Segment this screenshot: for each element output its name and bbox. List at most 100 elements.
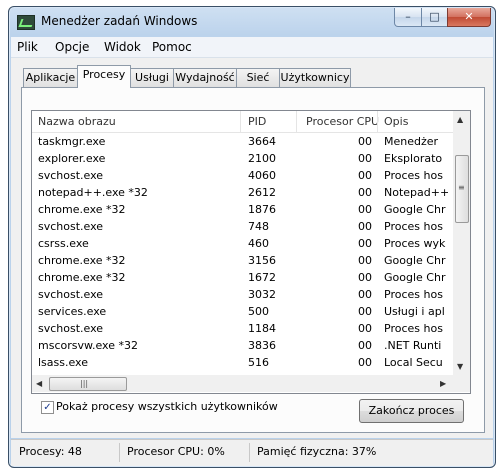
grip-icon: ||| [80, 379, 89, 388]
status-cpu: Procesor CPU: 0% [127, 445, 225, 458]
menu-item-opcje[interactable]: Opcje [55, 40, 89, 54]
cell-image-name: svchost.exe [38, 322, 104, 335]
cell-description: .NET Runti [384, 339, 442, 352]
cell-cpu: 00 [358, 220, 372, 233]
cell-image-name: chrome.exe *32 [38, 254, 126, 267]
status-memory: Pamięć fizyczna: 37% [257, 445, 377, 458]
maximize-button[interactable]: □ [421, 8, 448, 27]
task-manager-window: Menedżer zadań Windows – □ ✕ Plik Opcje … [8, 6, 496, 468]
cell-image-name: chrome.exe *32 [38, 203, 126, 216]
cell-description: Proces hos [384, 220, 443, 233]
table-row[interactable]: services.exe 500 00 Usługi i apl [32, 304, 453, 321]
cell-description: Google Chr [384, 203, 446, 216]
cell-pid: 3156 [248, 254, 276, 267]
table-row[interactable]: chrome.exe *32 1876 00 Google Chr [32, 202, 453, 219]
cell-pid: 1184 [248, 322, 276, 335]
tab-uslugi[interactable]: Usługi [130, 68, 174, 87]
vertical-scroll-thumb[interactable]: ≡ [455, 155, 469, 223]
menu-item-pomoc[interactable]: Pomoc [152, 40, 192, 54]
column-header-cpu[interactable]: Procesor CPU [306, 111, 379, 132]
scroll-up-arrow-icon[interactable]: ▲ [457, 115, 463, 124]
cell-pid: 3664 [248, 135, 276, 148]
tab-wydajnosc[interactable]: Wydajność [173, 68, 237, 87]
cell-cpu: 00 [358, 135, 372, 148]
column-header-description[interactable]: Opis [384, 111, 408, 132]
column-header-image-name[interactable]: Nazwa obrazu [38, 111, 116, 132]
title-bar[interactable]: Menedżer zadań Windows – □ ✕ [9, 7, 495, 35]
cell-pid: 1876 [248, 203, 276, 216]
menu-bar: Plik Opcje Widok Pomoc [11, 37, 493, 58]
cell-description: Local Secu [384, 356, 443, 369]
cell-cpu: 00 [358, 322, 372, 335]
cell-pid: 460 [248, 237, 269, 250]
column-header-pid[interactable]: PID [248, 111, 266, 132]
cell-pid: 748 [248, 220, 269, 233]
cell-pid: 4060 [248, 169, 276, 182]
menu-item-widok[interactable]: Widok [104, 40, 141, 54]
client-area: Aplikacje Procesy Usługi Wydajność Sieć … [11, 58, 493, 438]
task-manager-icon [17, 15, 35, 30]
tab-siec[interactable]: Sieć [236, 68, 280, 87]
cell-cpu: 00 [358, 305, 372, 318]
vertical-scrollbar[interactable]: ▲ ≡ ▼ [453, 111, 470, 375]
table-row[interactable]: lsass.exe 516 00 Local Secu [32, 355, 453, 372]
cell-image-name: svchost.exe [38, 288, 104, 301]
tab-procesy[interactable]: Procesy [77, 65, 131, 88]
table-row[interactable]: svchost.exe 3032 00 Proces hos [32, 287, 453, 304]
cell-pid: 1672 [248, 271, 276, 284]
table-row[interactable]: svchost.exe 748 00 Proces hos [32, 219, 453, 236]
cell-pid: 3836 [248, 339, 276, 352]
minimize-button[interactable]: – [394, 8, 422, 27]
column-separator[interactable] [240, 111, 241, 132]
cell-image-name: services.exe [38, 305, 107, 318]
scroll-right-arrow-icon[interactable]: ▶ [440, 379, 446, 388]
cell-description: Notepad++ [384, 186, 448, 199]
checkbox-check-icon[interactable]: ✓ [41, 401, 54, 414]
table-row[interactable]: chrome.exe *32 3156 00 Google Chr [32, 253, 453, 270]
horizontal-scrollbar[interactable]: ◀ ||| ▶ [32, 375, 453, 392]
scroll-down-arrow-icon[interactable]: ▼ [457, 362, 463, 371]
cell-pid: 516 [248, 356, 269, 369]
cell-description: Google Chr [384, 254, 446, 267]
column-separator[interactable] [377, 111, 378, 132]
scroll-left-arrow-icon[interactable]: ◀ [36, 379, 42, 388]
table-row[interactable]: explorer.exe 2100 00 Eksplorato [32, 151, 453, 168]
end-process-button[interactable]: Zakończ proces [359, 399, 464, 423]
cell-pid: 2100 [248, 152, 276, 165]
status-processes: Procesy: 48 [19, 445, 82, 458]
cell-image-name: chrome.exe *32 [38, 271, 126, 284]
scrollbar-corner [453, 375, 470, 392]
status-separator [249, 443, 250, 462]
process-list[interactable]: Nazwa obrazu PID Procesor CPU Opis taskm… [31, 110, 471, 394]
cell-cpu: 00 [358, 152, 372, 165]
cell-cpu: 00 [358, 237, 372, 250]
cell-cpu: 00 [358, 203, 372, 216]
cell-description: Google Chr [384, 271, 446, 284]
table-row[interactable]: csrss.exe 460 00 Proces wyk [32, 236, 453, 253]
cell-cpu: 00 [358, 169, 372, 182]
table-row[interactable]: svchost.exe 4060 00 Proces hos [32, 168, 453, 185]
close-button[interactable]: ✕ [447, 8, 491, 27]
cell-image-name: svchost.exe [38, 220, 104, 233]
show-all-processes-label[interactable]: Pokaż procesy wszystkich użytkowników [56, 400, 278, 413]
table-row[interactable]: notepad++.exe *32 2612 00 Notepad++ [32, 185, 453, 202]
tab-aplikacje[interactable]: Aplikacje [23, 68, 78, 87]
cell-image-name: notepad++.exe *32 [38, 186, 148, 199]
cell-description: Proces hos [384, 288, 443, 301]
cell-description: Eksplorato [384, 152, 443, 165]
table-row[interactable]: mscorsvw.exe *32 3836 00 .NET Runti [32, 338, 453, 355]
window-title: Menedżer zadań Windows [41, 14, 198, 28]
cell-pid: 500 [248, 305, 269, 318]
table-row[interactable]: svchost.exe 1184 00 Proces hos [32, 321, 453, 338]
cell-cpu: 00 [358, 271, 372, 284]
menu-item-plik[interactable]: Plik [17, 40, 38, 54]
horizontal-scroll-thumb[interactable]: ||| [49, 377, 127, 391]
table-row[interactable]: taskmgr.exe 3664 00 Menedżer [32, 134, 453, 151]
cell-cpu: 00 [358, 288, 372, 301]
table-row[interactable]: chrome.exe *32 1672 00 Google Chr [32, 270, 453, 287]
status-bar: Procesy: 48 Procesor CPU: 0% Pamięć fizy… [11, 439, 493, 466]
column-separator[interactable] [296, 111, 297, 132]
cell-image-name: csrss.exe [38, 237, 89, 250]
cell-image-name: taskmgr.exe [38, 135, 106, 148]
tab-uzytkownicy[interactable]: Użytkownicy [279, 68, 351, 87]
